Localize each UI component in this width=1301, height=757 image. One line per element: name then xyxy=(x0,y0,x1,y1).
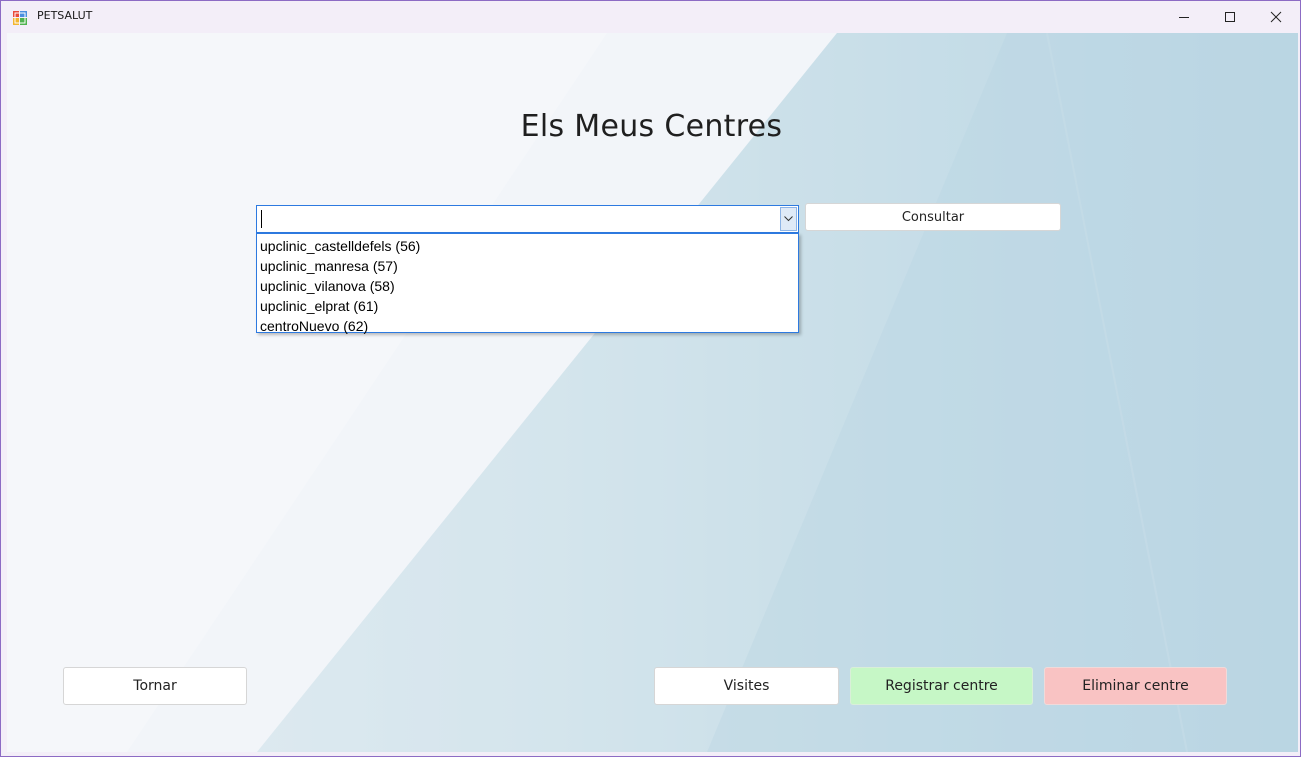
app-window: PETSALUT Els Meus Centres upclinic_caste… xyxy=(0,0,1301,757)
maximize-button[interactable] xyxy=(1207,1,1253,33)
dropdown-option[interactable]: upclinic_castelldefels (56) xyxy=(257,236,798,256)
maximize-icon xyxy=(1225,12,1235,22)
chevron-down-icon xyxy=(784,216,793,222)
window-title: PETSALUT xyxy=(37,9,93,22)
tornar-button[interactable]: Tornar xyxy=(63,667,247,705)
text-caret xyxy=(261,210,262,228)
page-title: Els Meus Centres xyxy=(520,109,783,144)
dropdown-option[interactable]: upclinic_elprat (61) xyxy=(257,296,798,316)
dropdown-option[interactable]: upclinic_vilanova (58) xyxy=(257,276,798,296)
close-icon xyxy=(1270,11,1282,23)
minimize-button[interactable] xyxy=(1161,1,1207,33)
dropdown-toggle[interactable] xyxy=(780,207,797,231)
title-bar[interactable]: PETSALUT xyxy=(1,1,1300,33)
dropdown-option[interactable]: upclinic_manresa (57) xyxy=(257,256,798,276)
registrar-centre-button[interactable]: Registrar centre xyxy=(850,667,1033,705)
consultar-button[interactable]: Consultar xyxy=(805,203,1061,231)
visites-button[interactable]: Visites xyxy=(654,667,839,705)
close-button[interactable] xyxy=(1253,1,1299,33)
center-select-dropdown: upclinic_castelldefels (56) upclinic_man… xyxy=(256,233,799,336)
center-select[interactable] xyxy=(256,205,799,233)
eliminar-centre-button[interactable]: Eliminar centre xyxy=(1044,667,1227,705)
form-client-area: Els Meus Centres upclinic_castelldefels … xyxy=(7,33,1298,752)
dropdown-option[interactable]: centroNuevo (62) xyxy=(257,316,798,336)
app-icon xyxy=(13,10,27,25)
minimize-icon xyxy=(1179,17,1189,18)
